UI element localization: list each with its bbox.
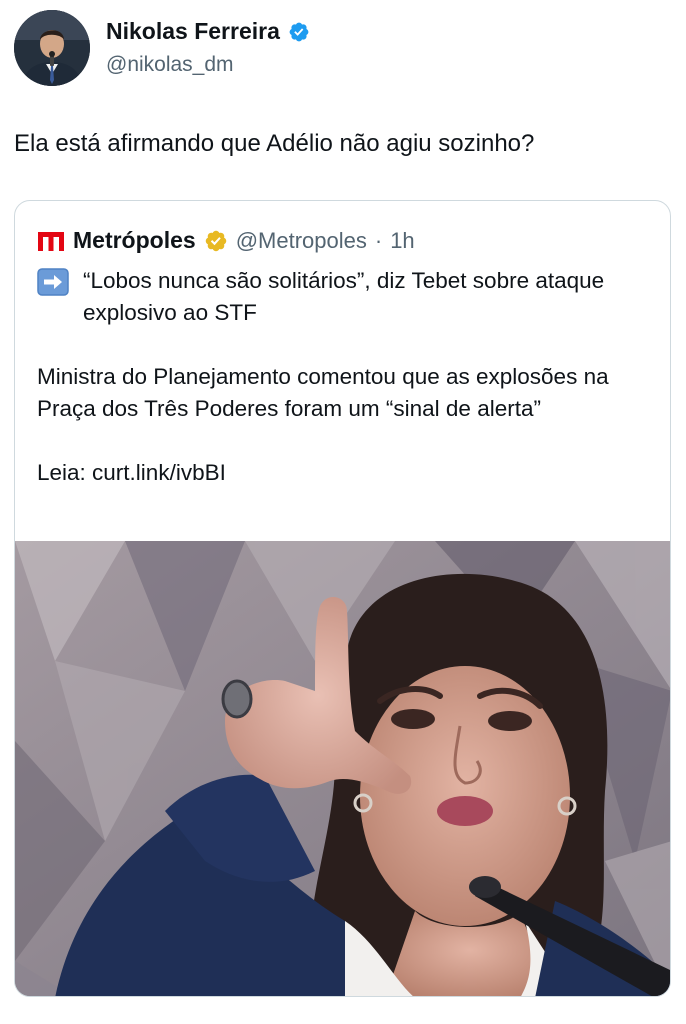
meta-separator: · [374, 227, 383, 253]
right-arrow-emoji-icon [37, 268, 69, 296]
link-prefix: Leia: [37, 460, 93, 485]
quoted-tweet-body: “Lobos nunca são solitários”, diz Tebet … [37, 265, 652, 489]
metropoles-logo-icon [38, 231, 64, 251]
article-link[interactable]: curt.link/ivbBI [92, 460, 226, 485]
tweet-text: Ela está afirmando que Adélio não agiu s… [14, 130, 535, 157]
quoted-paragraph: Ministra do Planejamento comentou que as… [37, 364, 609, 421]
verified-badge-icon [289, 22, 309, 41]
author-avatar[interactable] [14, 10, 90, 86]
quoted-link-line: Leia: curt.link/ivbBI [37, 457, 652, 489]
gold-verified-badge-icon [205, 230, 226, 251]
news-photo-woman-pointing [15, 541, 670, 996]
quoted-tweet-card[interactable]: Metrópoles @Metropoles · 1h “Lobos nunca… [14, 200, 671, 997]
quoted-timestamp[interactable]: 1h [390, 228, 414, 254]
quoted-tweet-header: Metrópoles @Metropoles · 1h [37, 227, 415, 254]
quoted-author-name[interactable]: Metrópoles [73, 227, 196, 254]
author-handle[interactable]: @nikolas_dm [106, 53, 234, 77]
tweet-author: Nikolas Ferreira @nikolas_dm [14, 10, 674, 86]
author-name[interactable]: Nikolas Ferreira [106, 18, 280, 45]
quoted-media-photo[interactable] [15, 541, 670, 996]
quoted-headline: “Lobos nunca são solitários”, diz Tebet … [83, 268, 605, 325]
avatar-image [14, 10, 90, 86]
quoted-author-handle[interactable]: @Metropoles [236, 228, 367, 254]
